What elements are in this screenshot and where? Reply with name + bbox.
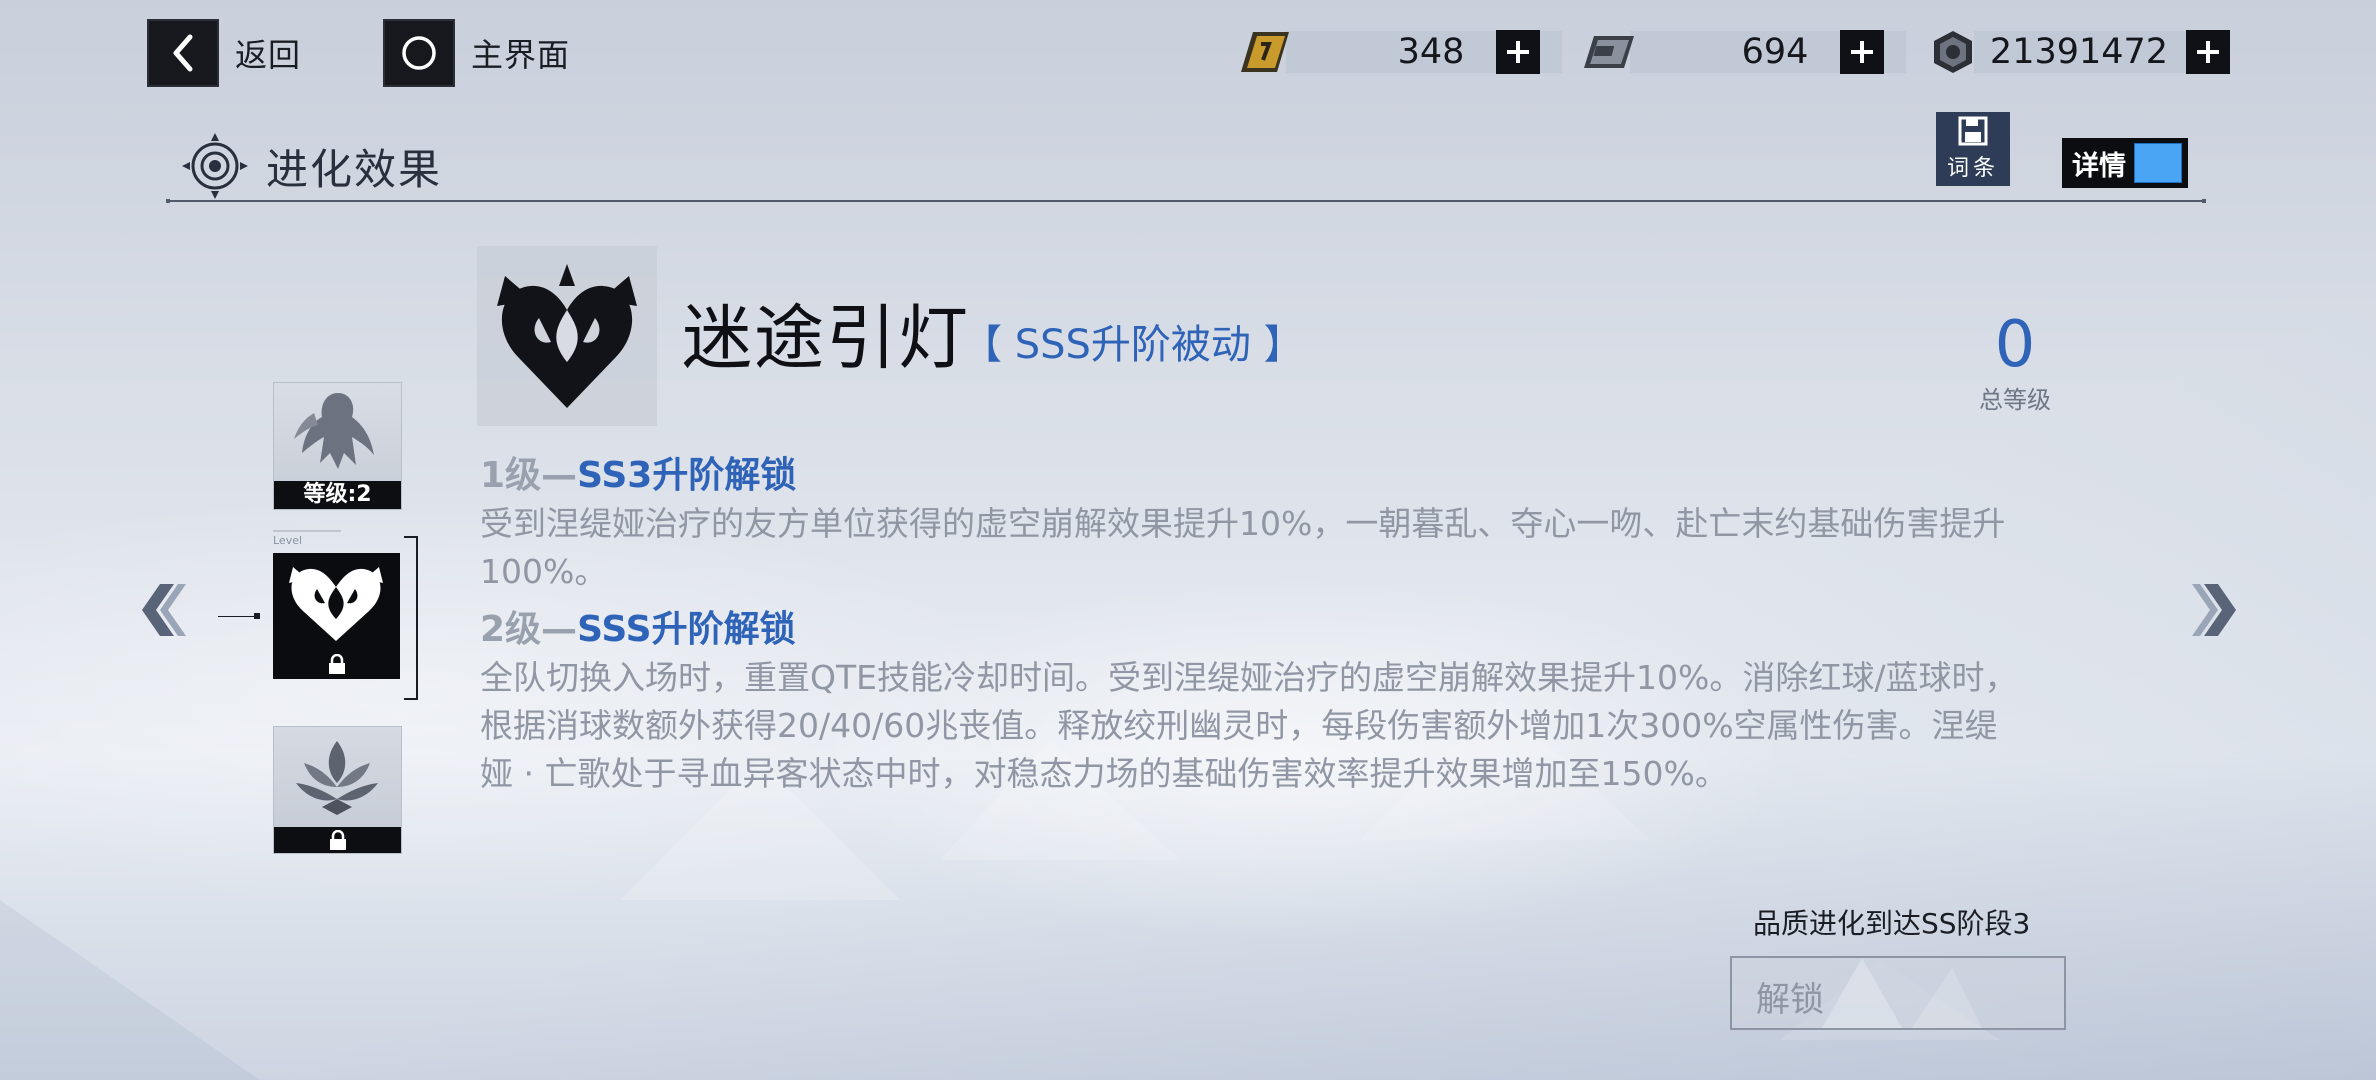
lock-bar: [273, 651, 400, 677]
save-disk-icon: [1958, 116, 1988, 146]
level-1-unlock: SS3升阶解锁: [577, 455, 797, 496]
level-1-description: 受到涅缇娅治疗的友方单位获得的虚空崩解效果提升10%，一朝暮乱、夺心一吻、赴亡末…: [480, 504, 2006, 591]
detail-toggle-knob: [2134, 143, 2182, 183]
resource-chip: 694: [1580, 27, 1906, 77]
entry-button[interactable]: 词条: [1936, 112, 2010, 186]
selection-bracket: [404, 536, 418, 700]
skill-type: 【 SSS升阶被动 】: [962, 322, 1304, 368]
total-level-label: 总等级: [1979, 386, 2051, 414]
skill-emblem: [477, 246, 657, 426]
lotus-icon: [296, 741, 378, 815]
level-2-prefix: 2级—: [480, 609, 578, 650]
level-tag-line: [273, 530, 341, 532]
unlock-button-label: 解锁: [1756, 980, 1824, 1020]
detail-toggle[interactable]: 详情: [2062, 138, 2188, 188]
next-arrow-icon[interactable]: [2188, 578, 2248, 642]
detail-toggle-label: 详情: [2072, 150, 2126, 182]
home-label: 主界面: [471, 36, 571, 74]
selection-dot: [254, 613, 260, 619]
level-1-title: 1级—SS3升阶解锁: [480, 446, 796, 498]
selection-line: [218, 616, 258, 617]
back-label: 返回: [235, 36, 302, 74]
heart-emblem-icon: [497, 264, 637, 408]
resource-value: 21391472: [1989, 32, 2169, 72]
skill-slot-2[interactable]: [273, 553, 400, 679]
home-button[interactable]: 主界面: [383, 19, 570, 87]
page-title: 进化效果: [266, 145, 443, 194]
back-button[interactable]: 返回: [147, 19, 301, 87]
lock-icon: [329, 830, 346, 850]
level-1-prefix: 1级—: [480, 455, 578, 496]
previous-arrow-icon[interactable]: [130, 578, 190, 642]
skill-name: 迷途引灯: [682, 297, 970, 379]
unlock-button[interactable]: 解锁: [1730, 956, 2066, 1030]
home-circle-icon: [383, 19, 455, 87]
evolution-gear-icon: [182, 133, 248, 199]
resource-gold-ticket: 348: [1236, 27, 1562, 77]
lock-icon: [328, 654, 345, 674]
lock-bar: [274, 827, 401, 853]
entry-button-label: 词条: [1946, 156, 1999, 181]
heart-emblem-icon: [289, 567, 383, 641]
unlock-requirement: 品质进化到达SS阶段3: [1753, 907, 2031, 940]
gold-ticket-icon: [1236, 27, 1294, 77]
slot-level-label: 等级:2: [274, 481, 401, 509]
add-hex-nut-button[interactable]: [2186, 30, 2230, 74]
resource-hex-nut: 21391472: [1924, 27, 2230, 77]
level-2-unlock: SSS升阶解锁: [577, 609, 796, 650]
level-tag: Level: [273, 534, 303, 547]
add-gold-ticket-button[interactable]: [1496, 30, 1540, 74]
header-divider: [166, 199, 2206, 203]
add-chip-button[interactable]: [1840, 30, 1884, 74]
chip-icon: [1580, 27, 1638, 77]
level-2-title: 2级—SSS升阶解锁: [480, 600, 796, 652]
level-2-description: 全队切换入场时，重置QTE技能冷却时间。受到涅缇娅治疗的虚空崩解效果提升10%。…: [480, 658, 2018, 793]
total-level-value: 0: [1994, 308, 2036, 382]
character-silhouette-icon: [294, 393, 374, 469]
skill-slot-1[interactable]: 等级:2: [273, 382, 402, 510]
skill-slot-3[interactable]: [273, 726, 402, 854]
back-arrow-icon: [147, 19, 219, 87]
